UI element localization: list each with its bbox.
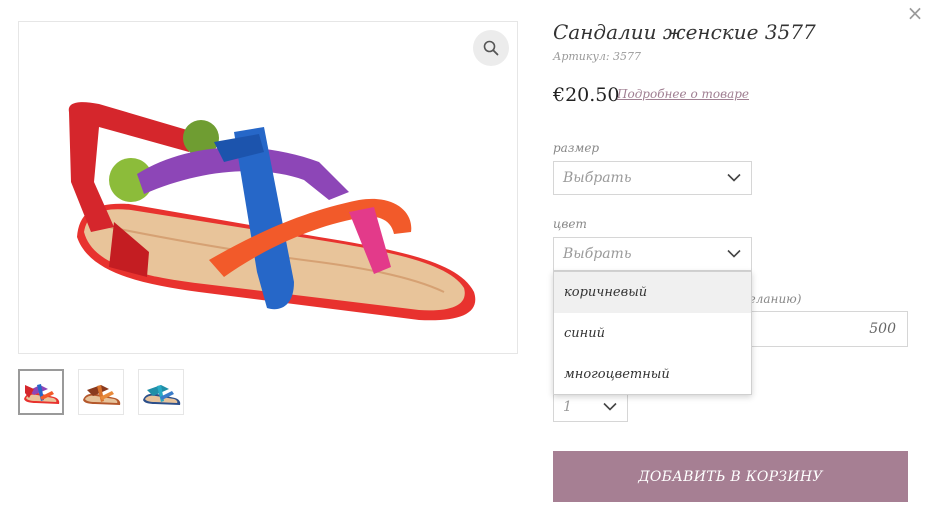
thumbnail-image — [83, 385, 121, 405]
close-icon: × — [906, 1, 924, 25]
color-select-value: Выбрать — [563, 246, 632, 262]
magnifier-icon — [483, 40, 499, 56]
product-details-link[interactable]: Подробнее о товаре — [617, 87, 749, 101]
product-main-image — [18, 21, 518, 354]
thumbnail-2[interactable] — [78, 369, 124, 415]
color-dropdown-menu: коричневый синий многоцветный — [553, 271, 752, 395]
size-select[interactable]: Выбрать — [553, 161, 752, 195]
color-option[interactable]: синий — [554, 313, 751, 354]
add-to-cart-button[interactable]: ДОБАВИТЬ В КОРЗИНУ — [553, 451, 908, 502]
thumbnail-3[interactable] — [138, 369, 184, 415]
product-title: Сандалии женские 3577 — [553, 20, 816, 44]
chevron-down-icon — [727, 249, 741, 258]
product-price: €20.50 — [553, 84, 620, 106]
quantity-select[interactable]: 1 — [553, 392, 628, 422]
thumbnail-image — [143, 385, 181, 405]
zoom-button[interactable] — [473, 30, 509, 66]
quantity-value: 1 — [563, 399, 572, 415]
chevron-down-icon — [727, 173, 741, 182]
size-label: размер — [553, 141, 600, 155]
extra-field-input[interactable]: 500 — [737, 311, 908, 347]
color-option[interactable]: коричневый — [554, 272, 751, 313]
size-select-value: Выбрать — [563, 170, 632, 186]
thumbnail-1[interactable] — [18, 369, 64, 415]
product-sku: Артикул: 3577 — [553, 50, 642, 63]
color-label: цвет — [553, 217, 587, 231]
color-option[interactable]: многоцветный — [554, 354, 751, 395]
chevron-down-icon — [603, 402, 617, 411]
sandal-illustration — [68, 102, 476, 321]
thumbnail-image — [24, 384, 60, 404]
close-button[interactable]: × — [906, 1, 924, 25]
color-select[interactable]: Выбрать — [553, 237, 752, 271]
